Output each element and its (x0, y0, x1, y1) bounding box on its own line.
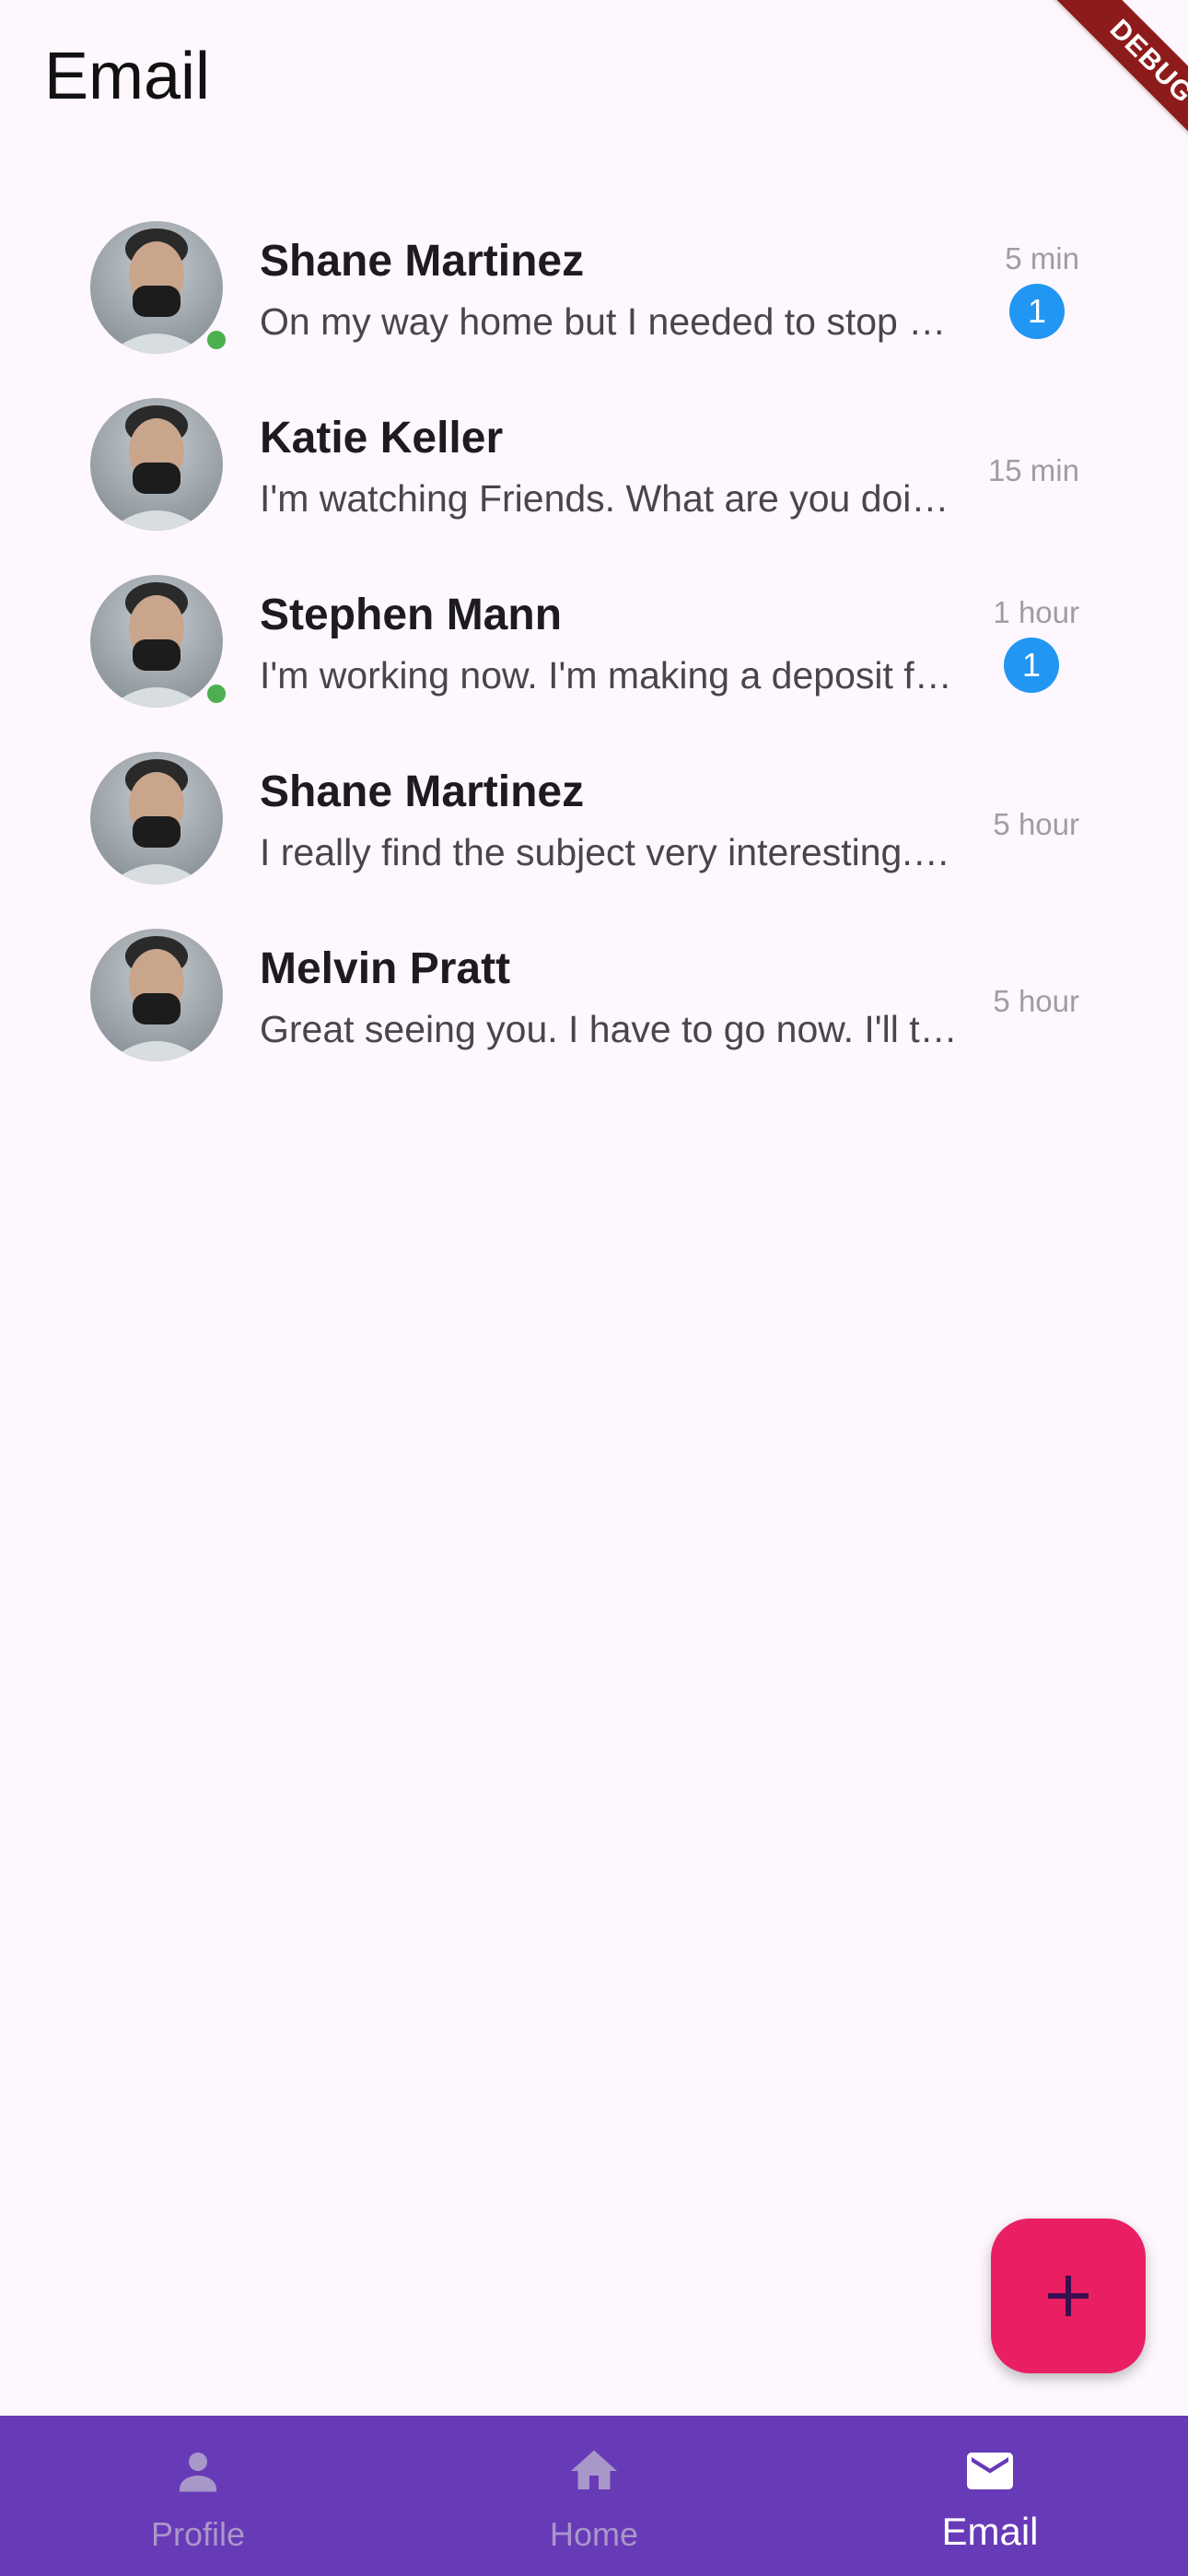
contact-name: Shane Martinez (260, 767, 585, 816)
avatar-image (90, 752, 223, 884)
debug-label: DEBUG (1037, 0, 1188, 166)
nav-item-email[interactable]: Email (792, 2416, 1188, 2576)
avatar-image (90, 221, 223, 354)
avatar-image (90, 398, 223, 531)
avatar (90, 929, 225, 1063)
message-preview: On my way home but I needed to stop by t… (260, 300, 960, 343)
mail-icon (967, 2453, 1013, 2489)
avatar-image (90, 575, 223, 708)
nav-item-profile[interactable]: Profile (0, 2416, 396, 2576)
message-time: 5 hour (993, 984, 1079, 1018)
message-time: 15 min (987, 453, 1079, 487)
avatar (90, 398, 225, 533)
plus-icon (1048, 2276, 1089, 2316)
compose-fab-button[interactable] (991, 2219, 1146, 2373)
conversation-row[interactable]: Stephen Mann I'm working now. I'm making… (0, 555, 1188, 732)
app-bar: Email (0, 0, 1188, 157)
conversation-list: Shane Martinez On my way home but I need… (0, 201, 1188, 1085)
conversation-row[interactable]: Shane Martinez I really find the subject… (0, 732, 1188, 908)
home-icon (571, 2450, 617, 2489)
conversation-row[interactable]: Melvin Pratt Great seeing you. I have to… (0, 908, 1188, 1085)
message-time: 1 hour (993, 595, 1079, 629)
contact-name: Melvin Pratt (260, 944, 511, 993)
avatar (90, 575, 228, 709)
message-preview: Great seeing you. I have to go now. I'll… (260, 1008, 960, 1050)
conversation-row[interactable]: Katie Keller I'm watching Friends. What … (0, 378, 1188, 555)
person-photo-icon (109, 582, 204, 708)
avatar (90, 221, 228, 356)
conversation-row[interactable]: Shane Martinez On my way home but I need… (0, 201, 1188, 378)
nav-label-email: Email (941, 2510, 1039, 2553)
bottom-navigation-bar: Profile Home Email (0, 2416, 1188, 2576)
person-photo-icon (109, 936, 204, 1061)
person-icon (180, 2453, 216, 2492)
message-time: 5 min (1005, 241, 1079, 275)
nav-label-home: Home (549, 2515, 639, 2553)
message-preview: I'm watching Friends. What are you doing… (260, 477, 960, 520)
contact-name: Shane Martinez (260, 237, 585, 286)
nav-item-home[interactable]: Home (396, 2416, 792, 2576)
unread-badge: 1 (1004, 638, 1059, 693)
debug-banner: DEBUG (1022, 0, 1188, 166)
contact-name: Stephen Mann (260, 591, 563, 639)
person-photo-icon (109, 405, 204, 531)
online-status-dot (204, 682, 228, 706)
message-preview: I really find the subject very interesti… (260, 831, 960, 873)
message-time: 5 hour (993, 807, 1079, 841)
online-status-dot (204, 328, 228, 352)
page-title: Email (44, 40, 211, 113)
contact-name: Katie Keller (260, 414, 504, 463)
avatar-image (90, 929, 223, 1061)
nav-label-profile: Profile (150, 2515, 246, 2553)
person-photo-icon (109, 759, 204, 884)
person-photo-icon (109, 228, 204, 354)
message-preview: I'm working now. I'm making a deposit fo… (260, 654, 960, 697)
avatar (90, 752, 225, 886)
unread-badge: 1 (1009, 284, 1065, 339)
